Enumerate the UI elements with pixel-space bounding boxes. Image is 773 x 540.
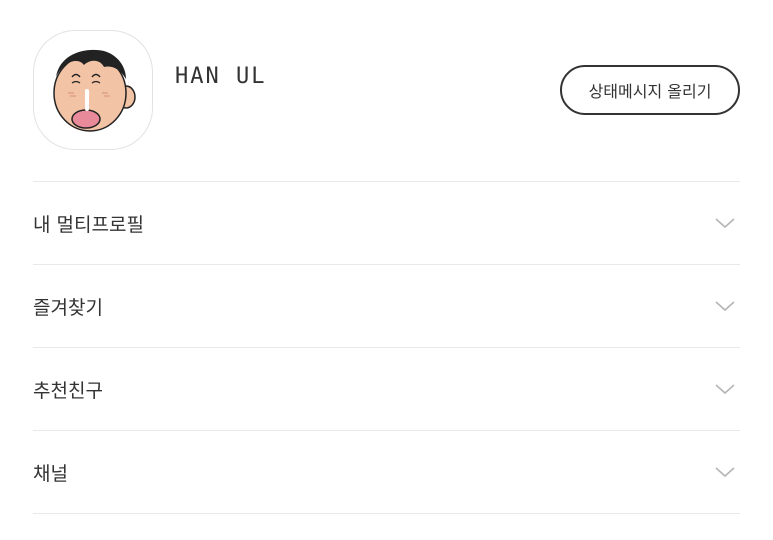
menu-item-label: 즐겨찾기 [33, 296, 103, 319]
chevron-down-icon [715, 467, 735, 478]
cartoon-face-avatar-icon [53, 49, 136, 132]
menu-item-label: 내 멀티프로필 [33, 213, 144, 236]
profile-menu: 내 멀티프로필 즐겨찾기 추천친구 채널 [33, 181, 740, 514]
menu-item-label: 채널 [33, 462, 68, 485]
chevron-down-icon [715, 218, 735, 229]
menu-item-channels[interactable]: 채널 [33, 431, 740, 514]
menu-item-favorites[interactable]: 즐겨찾기 [33, 265, 740, 348]
profile-name: HAN UL [175, 64, 267, 89]
chevron-down-icon [715, 301, 735, 312]
menu-item-recommended-friends[interactable]: 추천친구 [33, 348, 740, 431]
menu-item-label: 추천친구 [33, 379, 103, 402]
profile-header: HAN UL 상태메시지 올리기 [33, 30, 740, 152]
chevron-down-icon [715, 384, 735, 395]
post-status-message-button[interactable]: 상태메시지 올리기 [560, 65, 740, 115]
menu-item-multi-profile[interactable]: 내 멀티프로필 [33, 182, 740, 265]
avatar[interactable] [33, 30, 153, 150]
